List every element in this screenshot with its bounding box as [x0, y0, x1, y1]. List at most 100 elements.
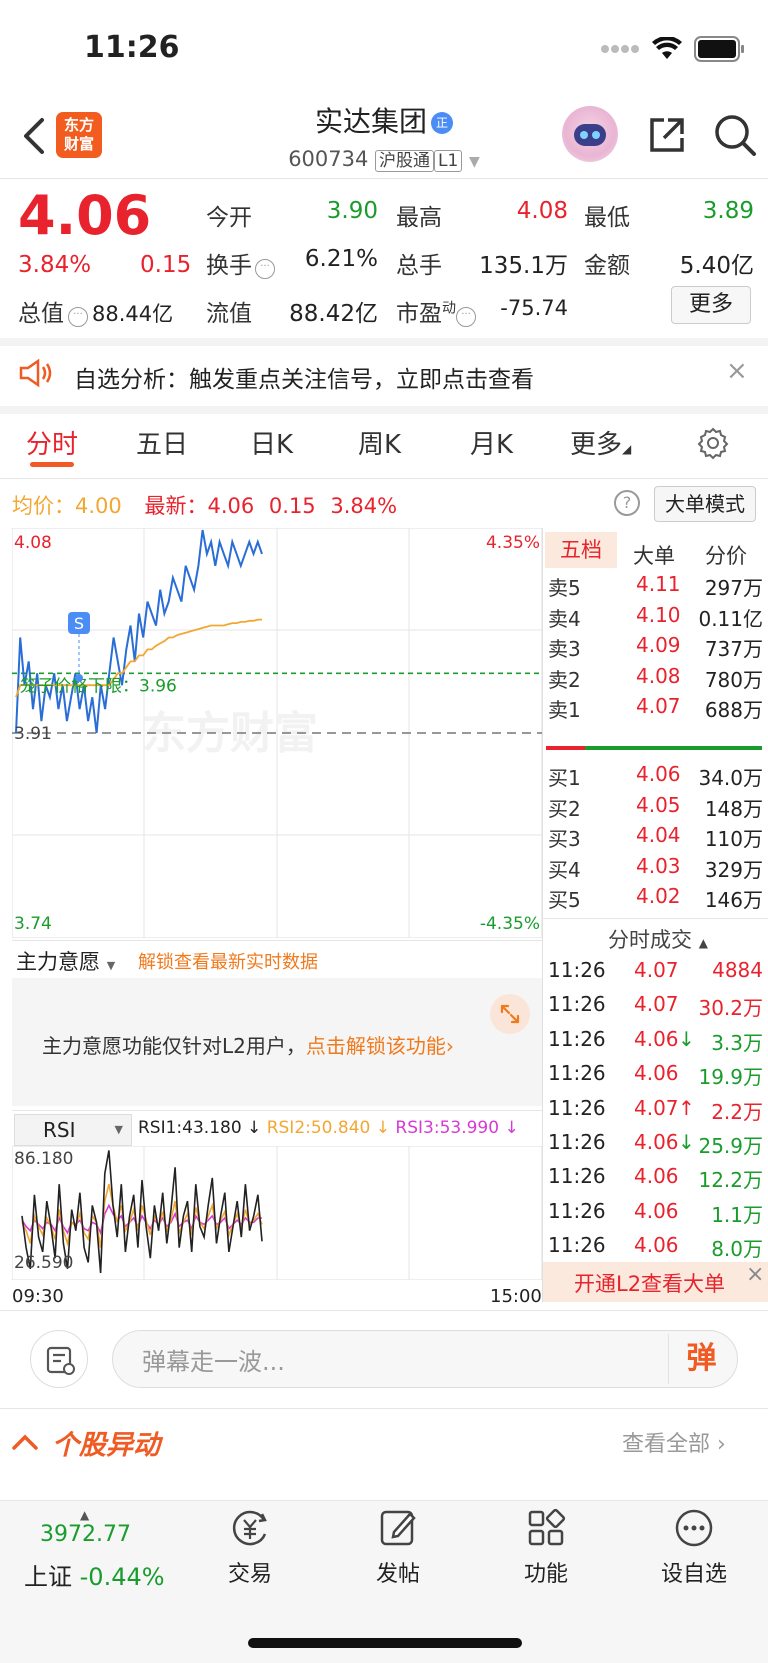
- stock-name-text: 实达集团: [314, 105, 427, 138]
- more-button[interactable]: 更多: [671, 286, 751, 324]
- latest-value: 4.06: [207, 494, 255, 518]
- zhuli-selector[interactable]: 主力意愿 ▼: [16, 946, 115, 976]
- trade-price: 4.07: [634, 992, 679, 1017]
- home-indicator: [248, 1638, 522, 1648]
- trade-volume: 3.3万: [711, 1030, 763, 1055]
- trade-time: 11:26: [548, 958, 606, 982]
- zhuli-unlock-action[interactable]: 点击解锁该功能: [306, 1034, 446, 1058]
- high-label: 最高: [396, 205, 442, 231]
- danmaku-send-button[interactable]: 弹: [668, 1334, 734, 1384]
- trade-price: 4.06: [634, 1198, 679, 1223]
- bid-volume: 146万: [704, 888, 763, 912]
- rsi-min-label: 26.590: [14, 1253, 73, 1273]
- rsi-chart[interactable]: 86.180 26.590: [12, 1146, 542, 1280]
- tab-intraday[interactable]: 分时: [26, 424, 78, 461]
- nav-post[interactable]: 发帖: [348, 1508, 448, 1588]
- tab-five-levels[interactable]: 五档: [545, 532, 617, 568]
- nav-add-watchlist[interactable]: 设自选: [644, 1508, 744, 1588]
- trade-volume: 8.0万: [711, 1237, 763, 1262]
- bid-price: 4.04: [636, 823, 681, 847]
- ask-price: 4.07: [636, 694, 681, 718]
- price-line: [15, 529, 263, 734]
- turnover-label-text: 换手: [206, 253, 252, 279]
- bid-price: 4.06: [636, 762, 681, 786]
- total-value: 总值 ··· 88.44亿: [18, 294, 173, 328]
- trade-time: 11:26: [548, 1026, 606, 1051]
- alert-close-icon[interactable]: ×: [726, 356, 748, 386]
- big-order-mode-button[interactable]: 大单模式: [654, 486, 756, 522]
- index-value[interactable]: 3972.77: [40, 1522, 131, 1547]
- chevron-right-icon: ›: [445, 1034, 454, 1058]
- danmaku-settings-icon[interactable]: [30, 1330, 88, 1388]
- bid-label: 买2: [548, 796, 581, 821]
- open-label: 今开: [206, 205, 252, 231]
- tab-price-distribution[interactable]: 分价: [705, 540, 747, 570]
- robot-assistant-icon[interactable]: [562, 106, 618, 162]
- pct-min-label: -4.35%: [480, 914, 540, 934]
- s-marker[interactable]: S: [68, 612, 90, 682]
- ask-row: 卖2 4.08 780万: [548, 664, 763, 696]
- verified-badge: 正: [431, 112, 453, 134]
- pe-label-text: 市盈: [396, 301, 442, 327]
- chevron-right-icon: ›: [717, 1432, 726, 1457]
- l2-banner-text[interactable]: 开通L2查看大单: [574, 1268, 725, 1298]
- rsi-selector[interactable]: RSI ▼: [14, 1114, 132, 1146]
- trade-price: 4.06: [634, 1061, 679, 1086]
- trade-time: 11:26: [548, 1061, 606, 1086]
- info-dots-icon[interactable]: ···: [68, 307, 88, 327]
- trade-row: 11:26 4.06 ↓ 25.9万: [548, 1130, 763, 1162]
- bid-row: 买2 4.05 148万: [548, 793, 763, 825]
- amount-label: 金额: [584, 253, 630, 279]
- zhuli-message-text: 主力意愿功能仅针对L2用户，: [42, 1034, 306, 1058]
- tab-monthly-k[interactable]: 月K: [470, 424, 513, 461]
- index-ticker[interactable]: 上证 -0.44%: [24, 1557, 165, 1592]
- alert-bottom-divider: [0, 406, 768, 414]
- tab-five-day[interactable]: 五日: [136, 424, 188, 461]
- tab-big-orders[interactable]: 大单: [633, 540, 675, 570]
- nav-features[interactable]: 功能: [496, 1508, 596, 1588]
- search-icon[interactable]: [712, 112, 758, 158]
- trade-arrow: ↓: [678, 1130, 695, 1154]
- trade-time: 11:26: [548, 1198, 606, 1223]
- l2-close-icon[interactable]: ×: [746, 1262, 764, 1287]
- ask-volume: 737万: [704, 637, 763, 661]
- price-info-line: 均价：4.00 最新：4.06 0.15 3.84%: [12, 490, 397, 520]
- tabs-divider: [0, 478, 768, 479]
- s-marker-text: S: [74, 614, 84, 633]
- view-all-link[interactable]: 查看全部 ›: [622, 1426, 726, 1458]
- total-value-amount: 88.44亿: [92, 302, 174, 326]
- caret-down-icon: ▼: [469, 154, 480, 170]
- bid-volume: 148万: [704, 796, 763, 821]
- help-icon[interactable]: ?: [614, 490, 640, 516]
- nav-add-watchlist-label: 设自选: [660, 1562, 727, 1587]
- open-value: 3.90: [326, 198, 378, 224]
- zhuli-unlock-link[interactable]: 解锁查看最新实时数据: [138, 948, 318, 974]
- latest-label: 最新：: [144, 494, 208, 518]
- bid-label: 买1: [548, 766, 581, 790]
- expand-icon[interactable]: [490, 994, 530, 1034]
- signal-icon: [601, 45, 639, 53]
- trade-time: 11:26: [548, 1233, 606, 1258]
- trades-title[interactable]: 分时成交 ▲: [608, 924, 708, 954]
- tab-more[interactable]: 更多◢: [570, 424, 631, 461]
- share-icon[interactable]: [646, 114, 688, 156]
- nav-trade[interactable]: 交易: [200, 1508, 300, 1588]
- edit-icon: [380, 1510, 416, 1546]
- alert-text[interactable]: 自选分析：触发重点关注信号，立即点击查看: [74, 360, 534, 394]
- caret-up-icon: ▲: [698, 936, 708, 950]
- intraday-chart[interactable]: 东方财富 4.08 4.35% 3.74 -4.35% 3.91 笼子价格下限：…: [12, 528, 542, 938]
- chart-bottom-divider: [0, 1310, 768, 1311]
- trade-volume: 30.2万: [698, 996, 763, 1021]
- trade-price: 4.06: [634, 1026, 679, 1051]
- rsi-values: RSI1:43.180 ↓ RSI2:50.840 ↓ RSI3:53.990 …: [138, 1118, 519, 1138]
- bid-label: 买3: [548, 827, 581, 851]
- tab-daily-k[interactable]: 日K: [250, 424, 293, 461]
- info-dots-icon[interactable]: ···: [456, 307, 476, 327]
- info-dots-icon[interactable]: ···: [255, 259, 275, 279]
- collapse-icon[interactable]: [10, 1430, 40, 1454]
- settings-gear-icon[interactable]: [696, 426, 730, 460]
- tab-weekly-k[interactable]: 周K: [358, 424, 401, 461]
- caret-down-icon: ▼: [114, 1123, 123, 1136]
- zhuli-message: 主力意愿功能仅针对L2用户，点击解锁该功能›: [42, 1030, 454, 1059]
- y-max-label: 4.08: [14, 533, 52, 553]
